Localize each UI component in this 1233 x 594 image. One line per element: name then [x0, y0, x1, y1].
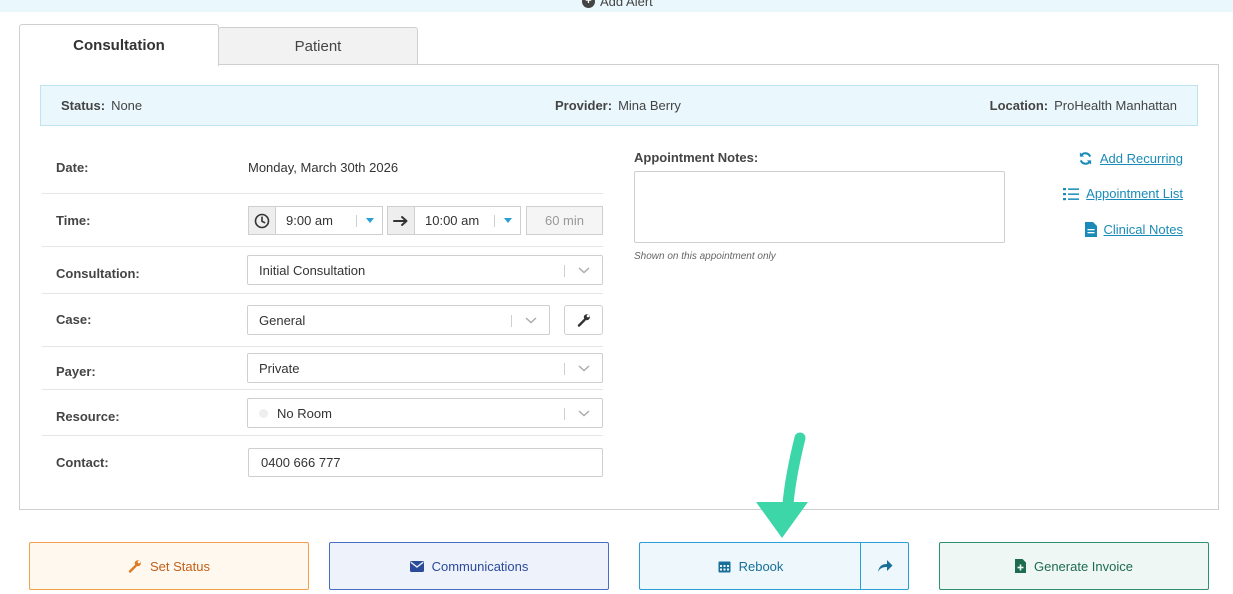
resource-value: No Room: [277, 405, 332, 421]
date-label: Date:: [56, 160, 89, 175]
select-divider: [494, 215, 495, 227]
share-icon: [877, 560, 892, 572]
appointment-list-label: Appointment List: [1086, 186, 1183, 201]
time-label: Time:: [56, 213, 91, 228]
clinical-notes-link[interactable]: Clinical Notes: [1084, 222, 1183, 237]
chevron-down-icon: [504, 218, 512, 223]
generate-invoice-button[interactable]: Generate Invoice: [939, 542, 1209, 590]
row-divider: [42, 435, 603, 436]
clinical-notes-label: Clinical Notes: [1103, 222, 1183, 237]
row-divider: [42, 246, 603, 247]
payer-select[interactable]: Private: [247, 353, 603, 383]
end-time-select[interactable]: 10:00 am: [415, 206, 521, 235]
chevron-down-icon: [578, 410, 590, 417]
add-recurring-label: Add Recurring: [1099, 151, 1183, 166]
start-time-select[interactable]: 9:00 am: [276, 206, 383, 235]
wrench-icon: [577, 314, 590, 327]
time-group: 9:00 am 10:00 am 60 min: [248, 206, 603, 235]
clock-icon: [248, 206, 276, 235]
set-status-label: Set Status: [150, 558, 210, 574]
arrow-down-icon: [756, 432, 808, 538]
start-time-value: 9:00 am: [286, 213, 333, 228]
tab-consultation-label: Consultation: [73, 37, 165, 54]
generate-invoice-label: Generate Invoice: [1033, 558, 1133, 574]
select-divider: [564, 265, 565, 277]
row-divider: [42, 193, 603, 194]
case-settings-button[interactable]: [564, 305, 603, 335]
provider-info: Provider: Mina Berry: [555, 98, 681, 113]
payer-label: Payer:: [56, 364, 96, 379]
duration-field[interactable]: 60 min: [526, 206, 603, 235]
add-alert-link[interactable]: + Add Alert: [582, 0, 653, 9]
payer-value: Private: [259, 360, 300, 376]
refresh-icon: [1079, 152, 1092, 165]
arrow-right-icon: [387, 206, 415, 235]
location-value: ProHealth Manhattan: [1054, 98, 1177, 113]
chevron-down-icon: [366, 218, 374, 223]
status-strip: Status: None Provider: Mina Berry Location…: [40, 85, 1198, 126]
list-icon: [1063, 187, 1080, 200]
row-divider: [42, 389, 603, 390]
case-value: General: [259, 312, 306, 328]
status-info: Status: None: [61, 98, 142, 113]
room-color-dot: [259, 408, 268, 418]
contact-label: Contact:: [56, 455, 109, 470]
resource-label: Resource:: [56, 409, 120, 424]
select-divider: [356, 215, 357, 227]
tab-patient[interactable]: Patient: [218, 27, 418, 65]
select-divider: [564, 408, 565, 420]
add-recurring-link[interactable]: Add Recurring: [1078, 151, 1183, 166]
select-divider: [511, 315, 512, 327]
consultation-label: Consultation:: [56, 266, 140, 281]
resource-select[interactable]: No Room: [247, 398, 603, 428]
envelope-icon: [409, 560, 424, 572]
case-label: Case:: [56, 312, 92, 327]
rebook-label: Rebook: [738, 558, 784, 574]
row-divider: [42, 293, 603, 294]
consultation-value: Initial Consultation: [259, 262, 366, 278]
communications-label: Communications: [431, 558, 529, 574]
chevron-down-icon: [578, 267, 590, 274]
location-label: Location:: [989, 98, 1049, 113]
row-divider: [42, 346, 603, 347]
contact-field[interactable]: 0400 666 777: [248, 448, 603, 477]
contact-value: 0400 666 777: [261, 455, 341, 470]
consultation-select[interactable]: Initial Consultation: [247, 255, 603, 285]
share-button[interactable]: [860, 542, 909, 590]
notes-label: Appointment Notes:: [634, 150, 759, 165]
calendar-icon: [718, 561, 731, 572]
provider-label: Provider:: [555, 98, 613, 113]
location-info: Location: ProHealth Manhattan: [990, 98, 1177, 113]
tab-patient-label: Patient: [294, 37, 342, 55]
duration-value: 60 min: [544, 213, 585, 228]
status-value: None: [111, 98, 143, 113]
wrench-icon: [128, 560, 141, 573]
tab-consultation[interactable]: Consultation: [19, 24, 219, 66]
consultation-panel: [19, 64, 1219, 510]
notes-help-text: Shown on this appointment only: [634, 251, 776, 262]
communications-button[interactable]: Communications: [329, 542, 609, 590]
file-plus-icon: [1014, 559, 1026, 573]
rebook-button[interactable]: Rebook: [639, 542, 861, 590]
appointment-list-link[interactable]: Appointment List: [1063, 186, 1183, 201]
provider-value: Mina Berry: [618, 98, 681, 113]
set-status-button[interactable]: Set Status: [29, 542, 309, 590]
plus-circle-icon: +: [582, 0, 595, 8]
appointment-notes-textarea[interactable]: [634, 171, 1005, 243]
status-label: Status:: [61, 98, 106, 113]
date-value[interactable]: Monday, March 30th 2026: [248, 160, 398, 175]
file-icon: [1084, 222, 1097, 237]
select-divider: [564, 363, 565, 375]
chevron-down-icon: [578, 365, 590, 372]
end-time-value: 10:00 am: [425, 213, 480, 228]
add-alert-label: Add Alert: [600, 0, 653, 9]
chevron-down-icon: [525, 317, 537, 324]
case-select[interactable]: General: [247, 305, 550, 335]
